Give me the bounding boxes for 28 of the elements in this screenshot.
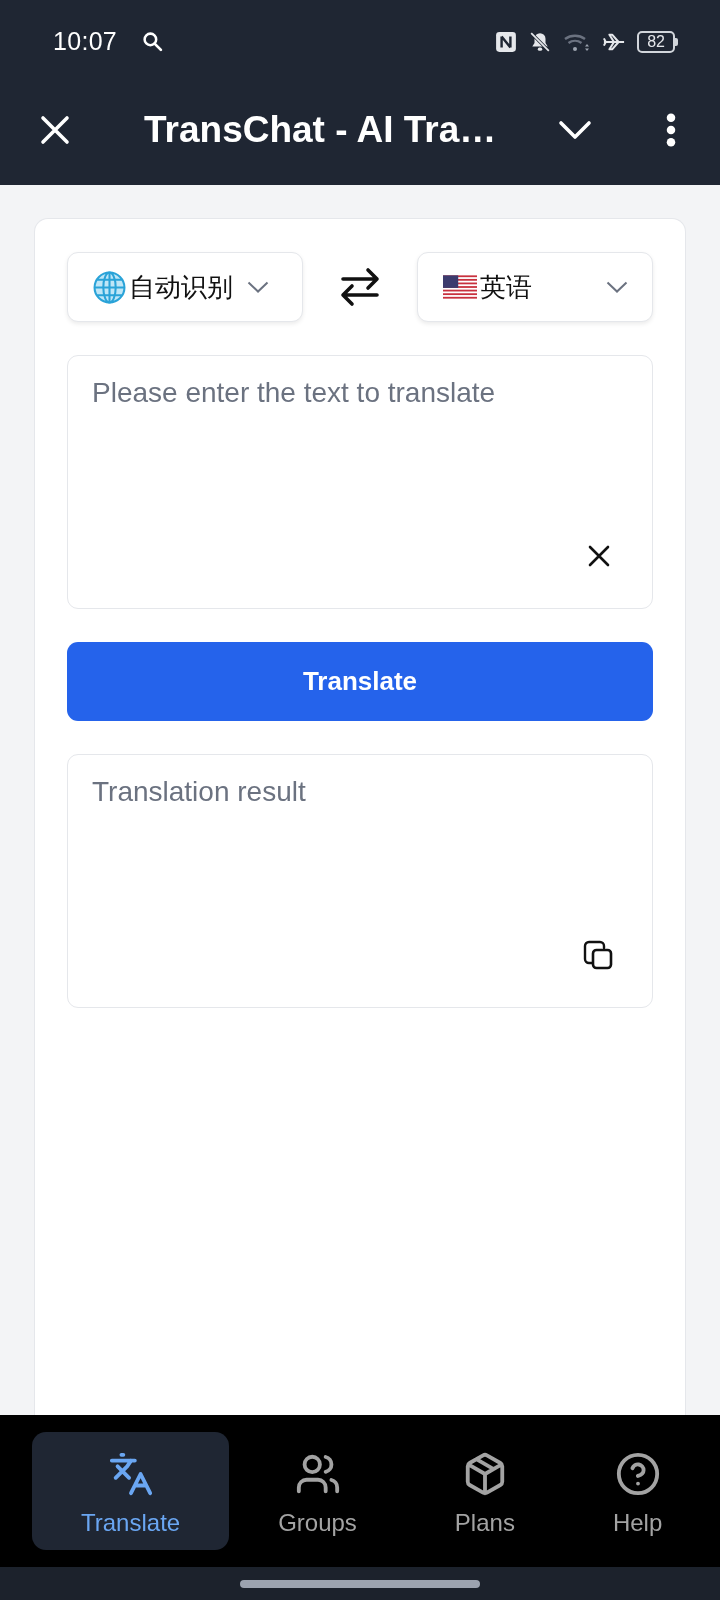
chevron-down-icon bbox=[606, 281, 628, 293]
status-time: 10:07 bbox=[53, 27, 118, 56]
bell-off-icon bbox=[529, 30, 552, 53]
nfc-icon bbox=[495, 30, 518, 53]
us-flag-icon bbox=[443, 275, 477, 299]
nav-tab[interactable]: Plans bbox=[405, 1432, 564, 1550]
nav-tab[interactable]: Groups bbox=[229, 1432, 406, 1550]
copy-icon[interactable] bbox=[583, 940, 613, 970]
swap-icon[interactable] bbox=[340, 267, 380, 307]
help-icon bbox=[614, 1451, 661, 1497]
close-icon[interactable] bbox=[40, 115, 70, 145]
translate-button[interactable]: Translate bbox=[67, 642, 653, 721]
nav-tab[interactable]: Help bbox=[563, 1432, 712, 1550]
globe-icon bbox=[93, 270, 126, 304]
text-input-field[interactable]: Please enter the text to translate bbox=[67, 355, 653, 609]
battery-indicator: 82 bbox=[637, 30, 678, 53]
home-indicator[interactable] bbox=[240, 1579, 480, 1588]
nav-tab[interactable]: Translate bbox=[32, 1432, 230, 1550]
clear-icon[interactable] bbox=[588, 545, 610, 567]
translate-icon bbox=[107, 1451, 154, 1497]
chevron-down-icon bbox=[247, 281, 269, 293]
search-icon bbox=[142, 31, 164, 52]
source-language-select[interactable]: 自动识别 bbox=[67, 252, 303, 322]
translation-result-field[interactable]: Translation result bbox=[67, 754, 653, 1008]
chevron-down-icon[interactable] bbox=[558, 120, 592, 140]
more-icon[interactable] bbox=[666, 113, 676, 147]
target-language-select[interactable]: 英语 bbox=[417, 252, 653, 322]
app-title: TransChat - AI Tra… bbox=[144, 109, 497, 151]
